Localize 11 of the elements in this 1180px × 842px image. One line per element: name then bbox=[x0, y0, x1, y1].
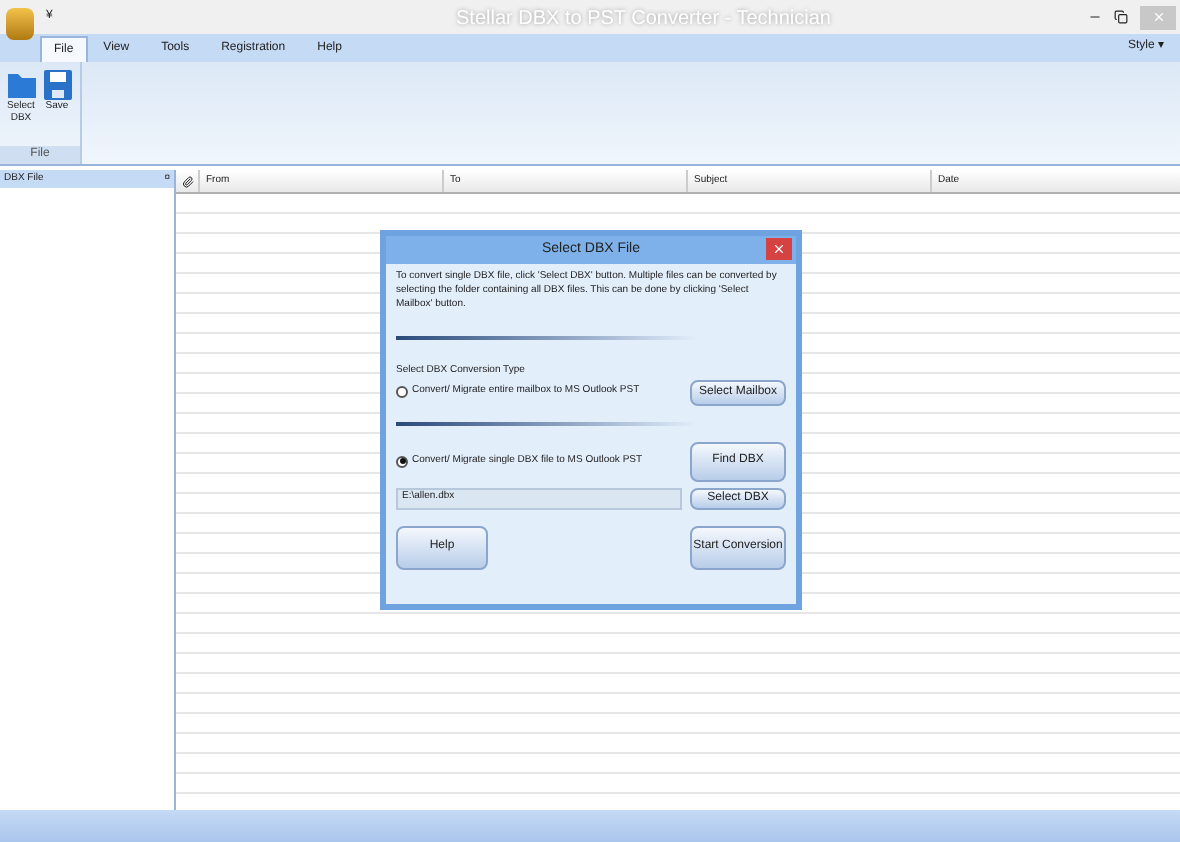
radio-button[interactable] bbox=[396, 386, 408, 398]
folder-icon bbox=[5, 70, 37, 100]
close-button[interactable] bbox=[766, 238, 792, 260]
app-logo-icon bbox=[6, 7, 34, 39]
close-icon bbox=[1151, 10, 1165, 24]
restore-icon[interactable] bbox=[1114, 10, 1128, 24]
save-icon bbox=[43, 70, 71, 100]
radio-button[interactable] bbox=[396, 455, 408, 467]
close-icon bbox=[772, 242, 786, 256]
paperclip-icon bbox=[181, 175, 193, 187]
minimize-icon[interactable] bbox=[1088, 10, 1102, 24]
